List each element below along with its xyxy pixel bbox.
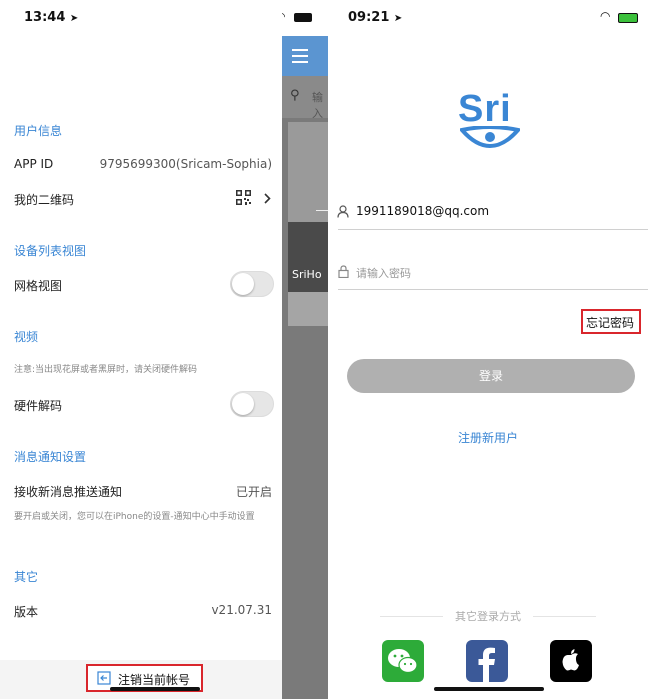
location-arrow-icon: ➤ — [393, 13, 403, 24]
other-login-label: 其它登录方式 — [443, 608, 533, 624]
wechat-icon — [388, 649, 418, 674]
hw-decode-label: 硬件解码 — [14, 399, 63, 413]
login-screen: 09:21 ➤ ◠ Sri 1991189018@qq.com 请输入密码 忘记… — [328, 0, 648, 699]
search-icon: ⚲ — [290, 88, 300, 103]
status-bar: ◠ — [282, 0, 328, 36]
register-link[interactable]: 注册新用户 — [328, 429, 648, 446]
section-video: 视频 — [14, 330, 39, 344]
password-underline — [338, 289, 648, 290]
account-field[interactable]: 1991189018@qq.com — [328, 198, 648, 228]
wifi-icon: ◠ — [282, 10, 286, 23]
wifi-icon: ◠ — [600, 9, 611, 23]
push-label: 接收新消息推送通知 — [14, 485, 123, 499]
status-time: 13:44 ➤ — [24, 10, 79, 25]
version-value: v21.07.31 — [211, 603, 272, 617]
user-icon — [337, 205, 349, 218]
apple-icon — [562, 649, 579, 671]
section-other: 其它 — [14, 570, 39, 584]
facebook-icon — [478, 647, 495, 682]
login-button[interactable]: 登录 — [347, 359, 635, 393]
qr-label: 我的二维码 — [14, 193, 75, 207]
status-time: 09:21 ➤ — [348, 10, 403, 25]
logout-label: 注销当前帐号 — [118, 673, 191, 687]
password-field[interactable]: 请输入密码 — [328, 258, 648, 288]
toggle-knob — [232, 393, 254, 415]
push-note: 要开启或关闭，您可以在iPhone的设置-通知中心中手动设置 — [14, 512, 255, 522]
device-card-footer — [288, 292, 328, 326]
password-placeholder: 请输入密码 — [356, 267, 411, 280]
nav-bar — [282, 36, 328, 76]
app-id-value: 9795699300(Sricam-Sophia) — [99, 157, 272, 171]
account-value: 1991189018@qq.com — [356, 204, 490, 218]
app-id-label: APP ID — [14, 157, 54, 171]
sri-logo: Sri — [458, 88, 524, 152]
search-bar[interactable]: ⚲ 输入 — [282, 76, 328, 120]
facebook-login-button[interactable] — [466, 640, 508, 682]
forgot-password-link[interactable]: 忘记密码 — [581, 309, 641, 334]
battery-icon — [294, 13, 312, 22]
settings-screen: 13:44 ➤ 用户信息 APP ID 9795699300(Sricam-So… — [0, 0, 282, 699]
hardware-decode-toggle[interactable] — [230, 391, 274, 417]
my-qr-code-row[interactable]: 我的二维码 — [0, 185, 282, 211]
logo-eye — [460, 126, 520, 148]
version-label: 版本 — [14, 605, 39, 619]
chevron-right-icon — [264, 193, 271, 204]
push-value: 已开启 — [235, 485, 272, 499]
menu-icon[interactable] — [292, 49, 308, 63]
thumb-image — [288, 122, 328, 222]
account-underline — [338, 229, 648, 230]
wechat-login-button[interactable] — [382, 640, 424, 682]
video-note: 注意:当出现花屏或者黑屏时，请关闭硬件解码 — [14, 365, 198, 375]
home-indicator — [110, 687, 200, 691]
section-notify: 消息通知设置 — [14, 450, 87, 464]
qr-code-icon — [236, 190, 251, 205]
thumb-label: SriHo — [292, 268, 322, 281]
logo-text: Sri — [458, 88, 512, 130]
home-indicator — [434, 687, 544, 691]
section-user-info: 用户信息 — [14, 124, 63, 138]
toggle-knob — [232, 273, 254, 295]
logout-icon — [97, 671, 111, 685]
section-device-list: 设备列表视图 — [14, 244, 87, 258]
thumb-line — [316, 210, 328, 211]
location-arrow-icon: ➤ — [69, 13, 79, 24]
device-thumbnail[interactable]: SriHo — [288, 122, 328, 292]
apple-login-button[interactable] — [550, 640, 592, 682]
device-list-screen-partial: ◠ ⚲ 输入 SriHo — [282, 0, 328, 699]
grid-view-toggle[interactable] — [230, 271, 274, 297]
lock-icon — [338, 265, 349, 278]
grid-view-label: 网格视图 — [14, 279, 63, 293]
search-placeholder: 输入 — [312, 91, 323, 120]
battery-icon — [618, 13, 638, 23]
